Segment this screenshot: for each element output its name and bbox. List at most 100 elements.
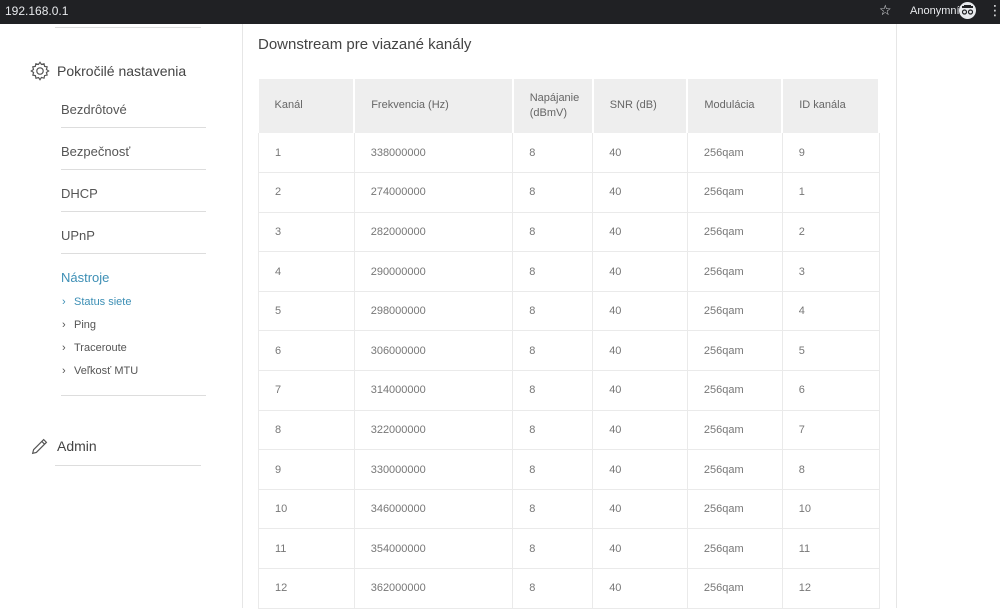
- sub-item-traceroute[interactable]: › Traceroute: [62, 342, 127, 354]
- table-cell: 338000000: [354, 133, 514, 174]
- table-cell: 8: [512, 370, 594, 411]
- table-cell: 8: [512, 449, 594, 490]
- sub-item-mtu-size[interactable]: › Veľkosť MTU: [62, 365, 138, 377]
- table-cell: 8: [512, 410, 594, 451]
- sidebar-item-wireless[interactable]: Bezdrôtové: [61, 102, 206, 117]
- column-header: Napájanie (dBmV): [512, 79, 594, 133]
- column-header: Modulácia: [687, 79, 784, 133]
- table-cell: 11: [782, 528, 880, 570]
- table-cell: 12: [782, 568, 880, 609]
- table-cell: 1: [782, 172, 880, 213]
- divider: [61, 169, 206, 170]
- table-row: 10 346000000 8 40 256qam 10: [258, 489, 880, 530]
- table-row: 8 322000000 8 40 256qam 7: [258, 410, 880, 451]
- gear-icon: [29, 60, 51, 82]
- table-cell: 5: [782, 330, 880, 372]
- table-header-row: Kanál Frekvencia (Hz) Napájanie (dBmV) S…: [258, 79, 880, 133]
- table-cell: 5: [258, 291, 355, 332]
- table-cell: 2: [258, 172, 355, 213]
- table-cell: 314000000: [354, 370, 514, 411]
- table-cell: 3: [258, 212, 355, 253]
- sub-item-network-status[interactable]: › Status siete: [62, 296, 131, 308]
- table-cell: 40: [592, 568, 688, 609]
- column-header: Kanál: [258, 79, 356, 133]
- address-bar[interactable]: 192.168.0.1: [5, 4, 68, 18]
- table-cell: 40: [592, 489, 688, 530]
- divider: [55, 465, 201, 466]
- divider: [55, 27, 201, 28]
- divider: [896, 24, 897, 608]
- sub-item-label: Traceroute: [74, 342, 127, 354]
- table-row: 5 298000000 8 40 256qam 4: [258, 291, 880, 332]
- table-row: 11 354000000 8 40 256qam 11: [258, 528, 880, 570]
- table-cell: 40: [592, 449, 688, 490]
- table-cell: 40: [592, 330, 688, 372]
- admin-heading[interactable]: Admin: [29, 435, 97, 457]
- incognito-icon[interactable]: [959, 2, 976, 19]
- table-cell: 274000000: [354, 172, 514, 213]
- table-cell: 40: [592, 528, 688, 570]
- table-cell: 40: [592, 212, 688, 253]
- advanced-settings-heading[interactable]: Pokročilé nastavenia: [29, 60, 186, 82]
- divider: [61, 211, 206, 212]
- chevron-right-icon: ›: [62, 365, 66, 377]
- table-row: 12 362000000 8 40 256qam 12: [258, 568, 880, 609]
- sidebar-item-tools[interactable]: Nástroje: [61, 270, 206, 285]
- table-cell: 256qam: [687, 133, 783, 174]
- table-cell: 8: [512, 568, 594, 609]
- table-cell: 6: [258, 330, 355, 372]
- table-row: 9 330000000 8 40 256qam 8: [258, 449, 880, 490]
- table-cell: 256qam: [687, 489, 783, 530]
- sidebar-item-upnp[interactable]: UPnP: [61, 228, 206, 243]
- sidebar-item-dhcp[interactable]: DHCP: [61, 186, 206, 201]
- table-cell: 306000000: [354, 330, 514, 372]
- table-cell: 40: [592, 410, 688, 451]
- table-cell: 8: [512, 172, 594, 213]
- table-cell: 256qam: [687, 528, 783, 570]
- table-cell: 8: [512, 528, 594, 570]
- table-cell: 290000000: [354, 251, 514, 292]
- divider: [61, 253, 206, 254]
- profile-label[interactable]: Anonymní: [910, 5, 960, 17]
- page-title: Downstream pre viazané kanály: [258, 36, 472, 53]
- sub-item-label: Veľkosť MTU: [74, 365, 139, 377]
- table-cell: 8: [512, 489, 594, 530]
- table-cell: 9: [782, 133, 880, 174]
- star-outline-icon[interactable]: ☆: [879, 2, 892, 19]
- column-header: SNR (dB): [592, 79, 689, 133]
- sub-item-label: Status siete: [74, 296, 132, 308]
- table-cell: 6: [782, 370, 880, 411]
- table-row: 7 314000000 8 40 256qam 6: [258, 370, 880, 411]
- table-row: 4 290000000 8 40 256qam 3: [258, 251, 880, 292]
- table-cell: 346000000: [354, 489, 514, 530]
- table-cell: 10: [258, 489, 355, 530]
- table-cell: 8: [512, 212, 594, 253]
- table-cell: 10: [782, 489, 880, 530]
- vertical-dots-icon[interactable]: ⋮: [988, 3, 1000, 17]
- downstream-table: Kanál Frekvencia (Hz) Napájanie (dBmV) S…: [258, 79, 880, 609]
- table-cell: 2: [782, 212, 880, 253]
- table-cell: 7: [782, 410, 880, 451]
- table-cell: 9: [258, 449, 355, 490]
- table-cell: 354000000: [354, 528, 514, 570]
- table-cell: 256qam: [687, 410, 783, 451]
- sub-item-label: Ping: [74, 319, 97, 331]
- table-cell: 256qam: [687, 449, 783, 490]
- chevron-right-icon: ›: [62, 342, 66, 354]
- divider: [61, 127, 206, 128]
- table-cell: 362000000: [354, 568, 514, 609]
- table-cell: 1: [258, 133, 355, 174]
- table-cell: 4: [782, 291, 880, 332]
- column-header: Frekvencia (Hz): [354, 79, 514, 133]
- table-cell: 256qam: [687, 370, 783, 411]
- sidebar-item-security[interactable]: Bezpečnosť: [61, 144, 206, 159]
- table-cell: 256qam: [687, 291, 783, 332]
- table-cell: 11: [258, 528, 355, 570]
- table-cell: 8: [258, 410, 355, 451]
- table-cell: 256qam: [687, 172, 783, 213]
- table-cell: 256qam: [687, 568, 783, 609]
- table-cell: 8: [782, 449, 880, 490]
- table-cell: 40: [592, 251, 688, 292]
- sub-item-ping[interactable]: › Ping: [62, 319, 96, 331]
- table-cell: 40: [592, 291, 688, 332]
